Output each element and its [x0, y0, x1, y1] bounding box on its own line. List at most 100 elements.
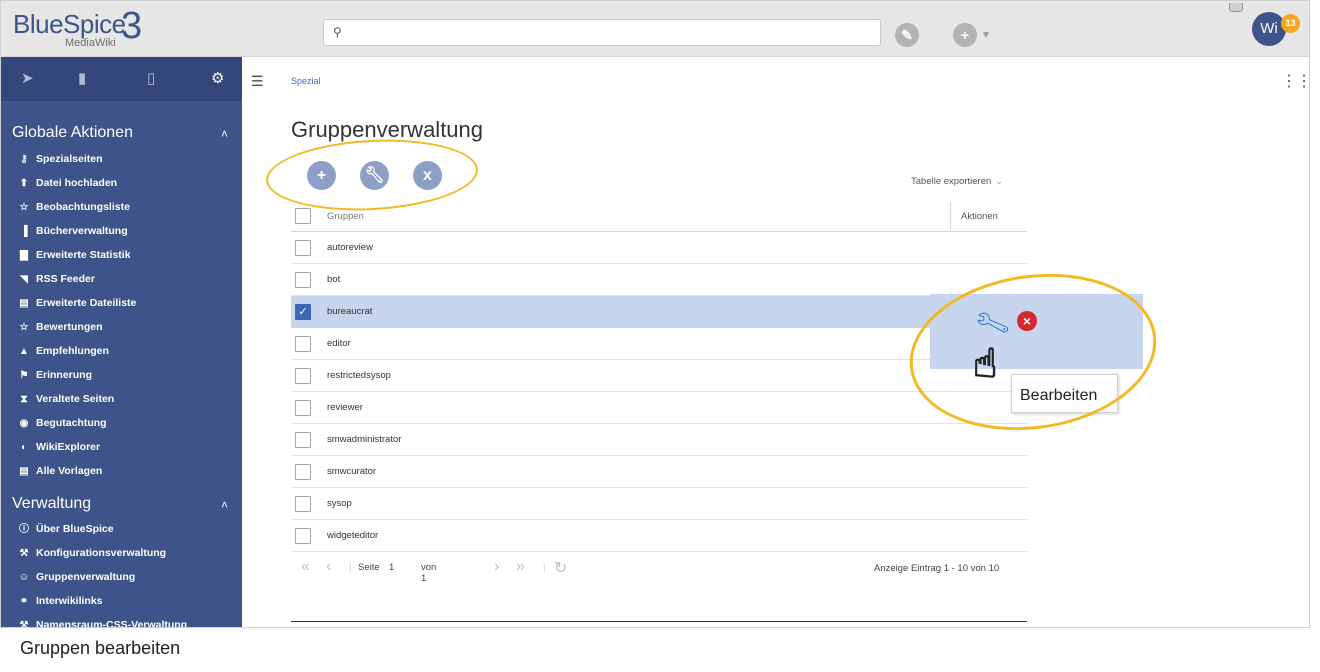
table-row[interactable]: sysop	[291, 488, 1027, 520]
logo[interactable]: BlueSpice MediaWiki 3	[13, 5, 159, 49]
sidebar-item-label: Namensraum-CSS-Verwaltung	[36, 619, 188, 628]
chevron-up-icon[interactable]: ˄	[221, 127, 228, 141]
template-icon: ▤	[19, 466, 29, 477]
sidebar-item[interactable]: ⚭ Interwikilinks	[17, 592, 103, 610]
upload-icon: ⬆	[19, 178, 29, 189]
page-label: Seite	[358, 562, 380, 573]
notification-badge[interactable]: 13	[1281, 14, 1300, 33]
sidebar-section-title[interactable]: Globale Aktionen	[12, 124, 133, 142]
select-all-checkbox[interactable]	[295, 208, 311, 224]
sidebar-item[interactable]: ☺ Gruppenverwaltung	[17, 568, 135, 586]
column-header-actions: Aktionen	[961, 211, 998, 222]
group-icon: ☺	[18, 572, 30, 583]
breadcrumb[interactable]: Spezial	[291, 76, 321, 86]
group-name: widgeteditor	[327, 530, 379, 541]
flag-icon: ⚑	[19, 370, 29, 381]
menu-icon[interactable]: ☰	[251, 73, 264, 90]
sidebar-item[interactable]: ⬆ Datei hochladen	[17, 174, 117, 192]
sidebar-item[interactable]: ☆ Beobachtungsliste	[17, 198, 130, 216]
add-icon[interactable]: +	[953, 23, 977, 47]
screenshot-frame: BlueSpice MediaWiki 3 ⚲ ✎ + ▼ Wi 13 ➤ ▮ …	[0, 0, 1310, 628]
display-info: Anzeige Eintrag 1 - 10 von 10	[874, 563, 1000, 574]
list-icon: ▤	[19, 298, 29, 309]
star-icon: ☆	[19, 322, 29, 333]
sidebar-tabs: ➤ ▮ ▯ ⚙	[1, 57, 242, 101]
group-name: restrictedsysop	[327, 370, 391, 381]
search-input[interactable]: ⚲	[323, 19, 881, 46]
row-checkbox[interactable]	[295, 432, 311, 448]
row-checkbox[interactable]	[295, 464, 311, 480]
sidebar-item[interactable]: ◐ WikiExplorer	[17, 438, 100, 456]
thumb-icon: ▲	[19, 346, 29, 357]
sidebar-item-label: Veraltete Seiten	[36, 393, 115, 405]
group-name: smwadministrator	[327, 434, 402, 445]
logo-number: 3	[121, 5, 143, 47]
row-checkbox[interactable]: ✓	[295, 304, 311, 320]
first-page-icon[interactable]: «	[301, 558, 310, 576]
sidebar-item[interactable]: ⚑ Erinnerung	[17, 366, 93, 384]
row-checkbox[interactable]	[295, 400, 311, 416]
clipboard-icon[interactable]: ▯	[147, 69, 155, 87]
last-page-icon[interactable]: »	[516, 558, 525, 576]
sidebar-item-label: Begutachtung	[36, 417, 107, 429]
chevron-down-icon[interactable]: ▼	[981, 30, 991, 41]
refresh-icon[interactable]: ↻	[554, 558, 567, 578]
sidebar-item[interactable]: ▤ Erweiterte Dateiliste	[17, 294, 136, 312]
row-checkbox[interactable]	[295, 240, 311, 256]
sidebar-item-label: Erweiterte Dateiliste	[36, 297, 137, 309]
row-checkbox[interactable]	[295, 496, 311, 512]
group-name: bureaucrat	[327, 306, 373, 317]
sidebar-item[interactable]: ☆ Bewertungen	[17, 318, 103, 336]
sidebar-item[interactable]: ◥ RSS Feeder	[17, 270, 95, 288]
top-bar: BlueSpice MediaWiki 3 ⚲ ✎ + ▼ Wi 13	[1, 1, 1309, 57]
sidebar-item[interactable]: ▤ Alle Vorlagen	[17, 462, 102, 480]
sidebar-item-label: Über BlueSpice	[36, 523, 114, 535]
sidebar-item[interactable]: ⚒ Namensraum-CSS-Verwaltung	[17, 616, 188, 628]
next-page-icon[interactable]: ›	[494, 558, 499, 576]
table-row[interactable]: reviewer	[291, 392, 1027, 424]
table-row[interactable]: autoreview	[291, 232, 1027, 264]
table-row[interactable]: widgeteditor	[291, 520, 1027, 552]
avatar[interactable]: Wi	[1252, 12, 1286, 46]
sidebar-item[interactable]: ◉ Begutachtung	[17, 414, 107, 432]
hourglass-icon: ⧗	[20, 394, 28, 405]
table-header: Gruppen Aktionen	[291, 200, 1027, 232]
group-name: editor	[327, 338, 351, 349]
collapse-icon[interactable]	[1229, 3, 1243, 12]
book-icon[interactable]: ▮	[78, 69, 86, 87]
gear-icon[interactable]: ⚙	[211, 69, 224, 87]
edit-icon[interactable]: ✎	[895, 23, 919, 47]
logo-subtext: MediaWiki	[65, 37, 116, 49]
table-row[interactable]: ✓ bureaucrat	[291, 296, 1027, 328]
navigation-icon[interactable]: ➤	[21, 69, 34, 87]
row-checkbox[interactable]	[295, 272, 311, 288]
sidebar-item[interactable]: ▇ Erweiterte Statistik	[17, 246, 130, 264]
sidebar-item-label: Datei hochladen	[36, 177, 118, 189]
sidebar-item[interactable]: ▲ Empfehlungen	[17, 342, 109, 360]
sidebar-item-label: Alle Vorlagen	[36, 465, 103, 477]
page-input[interactable]: 1	[389, 562, 394, 573]
chevron-up-icon[interactable]: ˄	[221, 498, 228, 512]
group-name: autoreview	[327, 242, 373, 253]
row-checkbox[interactable]	[295, 368, 311, 384]
apps-grid-icon[interactable]: ⋮⋮⋮	[1281, 71, 1309, 91]
prev-page-icon[interactable]: ‹	[326, 558, 331, 576]
explorer-icon: ◐	[20, 442, 28, 453]
sidebar-item-label: RSS Feeder	[36, 273, 95, 285]
column-header-groups[interactable]: Gruppen	[327, 211, 364, 222]
table-row[interactable]: bot	[291, 264, 1027, 296]
export-dropdown[interactable]: Tabelle exportieren ⌄	[911, 176, 1003, 187]
sidebar-item[interactable]: ⓘ Über BlueSpice	[17, 520, 114, 538]
sidebar-item[interactable]: ⚷ Spezialseiten	[17, 150, 102, 168]
sidebar-item[interactable]: ⧗ Veraltete Seiten	[17, 390, 114, 408]
table-row[interactable]: smwcurator	[291, 456, 1027, 488]
link-icon: ⚭	[19, 596, 29, 607]
sidebar: ➤ ▮ ▯ ⚙ Globale Aktionen ˄ ⚷ Spezialseiten ⬆…	[1, 57, 242, 628]
sidebar-item-label: Konfigurationsverwaltung	[36, 547, 167, 559]
sidebar-item[interactable]: ⚒ Konfigurationsverwaltung	[17, 544, 167, 562]
row-checkbox[interactable]	[295, 336, 311, 352]
table-row[interactable]: smwadministrator	[291, 424, 1027, 456]
row-checkbox[interactable]	[295, 528, 311, 544]
sidebar-item[interactable]: ▐ Bücherverwaltung	[17, 222, 127, 240]
sidebar-section-title[interactable]: Verwaltung	[12, 495, 91, 513]
